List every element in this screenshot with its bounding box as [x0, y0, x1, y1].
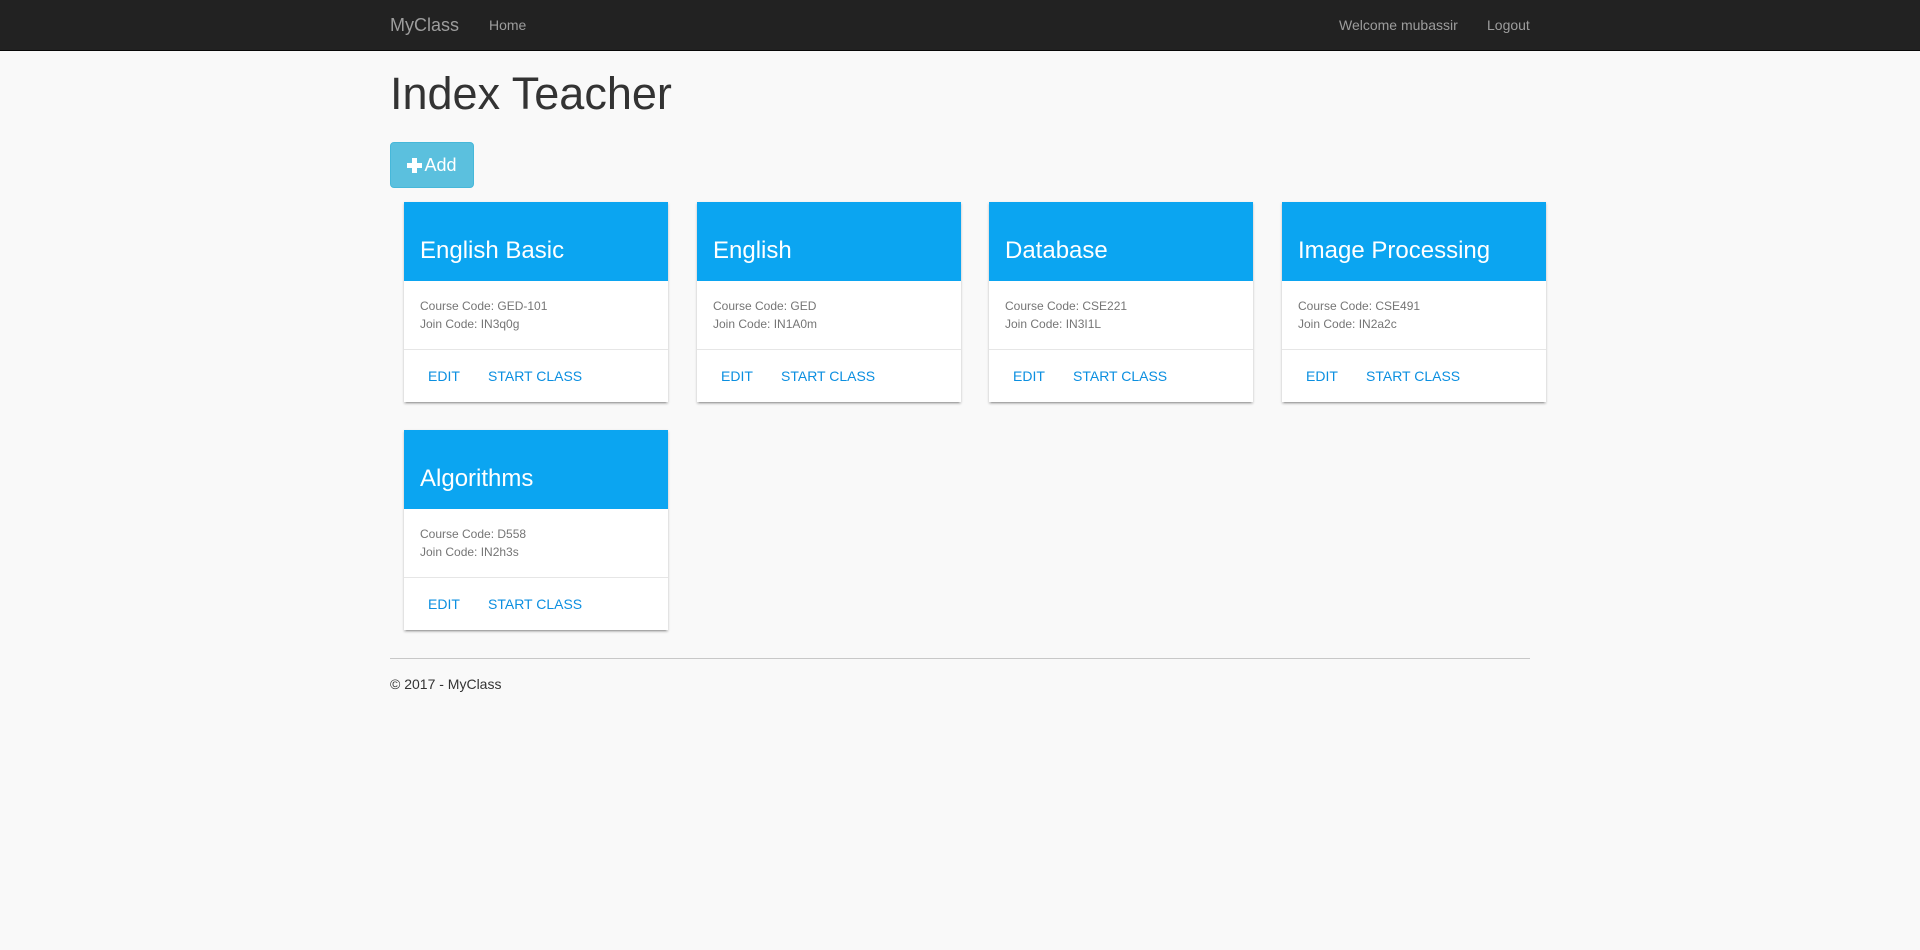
join-code-value: IN2h3s [480, 545, 519, 559]
course-code-value: CSE491 [1375, 299, 1421, 313]
brand-link[interactable]: MyClass [390, 0, 459, 51]
join-code-value: IN1A0m [773, 317, 818, 331]
course-title: Algorithms [420, 465, 534, 492]
course-card-header: Image Processing [1282, 202, 1546, 281]
course-title: English Basic [420, 237, 565, 264]
course-card-body: Course Code: CSE221 Join Code: IN3I1L [989, 281, 1253, 350]
join-code-line: Join Code: IN3I1L [1005, 317, 1102, 331]
edit-course-link[interactable]: EDIT [721, 350, 753, 402]
welcome-user-link[interactable]: Welcome mubassir [1339, 0, 1458, 51]
course-card-header: English [697, 202, 961, 281]
course-title: Database [1005, 237, 1108, 264]
add-course-button[interactable]: Add [390, 142, 474, 188]
logout-link[interactable]: Logout [1487, 0, 1530, 51]
course-card-body: Course Code: D558 Join Code: IN2h3s [404, 509, 668, 578]
course-card-header: Algorithms [404, 430, 668, 509]
join-code-line: Join Code: IN3q0g [420, 317, 520, 331]
edit-course-link[interactable]: EDIT [1013, 350, 1045, 402]
join-code-line: Join Code: IN1A0m [713, 317, 818, 331]
join-code-line: Join Code: IN2a2c [1298, 317, 1397, 331]
top-navbar: MyClass Home Welcome mubassir Logout [0, 0, 1920, 51]
course-card: Database Course Code: CSE221 Join Code: … [989, 202, 1253, 402]
course-card: Image Processing Course Code: CSE491 Joi… [1282, 202, 1546, 402]
course-card: Algorithms Course Code: D558 Join Code: … [404, 430, 668, 630]
course-card: English Course Code: GED Join Code: IN1A… [697, 202, 961, 402]
course-card: English Basic Course Code: GED-101 Join … [404, 202, 668, 402]
join-code-line: Join Code: IN2h3s [420, 545, 519, 559]
start-class-link[interactable]: START CLASS [488, 350, 582, 402]
nav-home-link[interactable]: Home [489, 0, 526, 51]
course-code-line: Course Code: CSE221 [1005, 299, 1128, 313]
footer-divider [390, 658, 1530, 659]
course-card-actions: EDIT START CLASS [989, 350, 1253, 402]
course-code-line: Course Code: GED-101 [420, 299, 548, 313]
join-code-value: IN3I1L [1065, 317, 1102, 331]
course-card-body: Course Code: GED-101 Join Code: IN3q0g [404, 281, 668, 350]
edit-course-link[interactable]: EDIT [428, 350, 460, 402]
start-class-link[interactable]: START CLASS [1366, 350, 1460, 402]
course-card-header: English Basic [404, 202, 668, 281]
add-button-label: Add [424, 154, 457, 175]
join-code-value: IN2a2c [1358, 317, 1397, 331]
join-code-value: IN3q0g [480, 317, 520, 331]
course-code-line: Course Code: GED [713, 299, 817, 313]
start-class-link[interactable]: START CLASS [488, 578, 582, 630]
start-class-link[interactable]: START CLASS [781, 350, 875, 402]
course-card-actions: EDIT START CLASS [404, 350, 668, 402]
footer-copyright: © 2017 - MyClass [390, 676, 502, 692]
course-code-value: D558 [497, 527, 527, 541]
start-class-link[interactable]: START CLASS [1073, 350, 1167, 402]
edit-course-link[interactable]: EDIT [428, 578, 460, 630]
plus-icon [407, 157, 423, 173]
course-title: Image Processing [1298, 237, 1491, 264]
course-card-header: Database [989, 202, 1253, 281]
course-card-body: Course Code: CSE491 Join Code: IN2a2c [1282, 281, 1546, 350]
course-code-line: Course Code: CSE491 [1298, 299, 1421, 313]
course-code-line: Course Code: D558 [420, 527, 527, 541]
edit-course-link[interactable]: EDIT [1306, 350, 1338, 402]
page-title: Index Teacher [390, 68, 672, 119]
course-title: English [713, 237, 792, 264]
course-code-value: GED-101 [497, 299, 548, 313]
course-code-value: GED [790, 299, 817, 313]
course-card-actions: EDIT START CLASS [404, 578, 668, 630]
course-card-actions: EDIT START CLASS [1282, 350, 1546, 402]
course-code-value: CSE221 [1082, 299, 1128, 313]
course-card-body: Course Code: GED Join Code: IN1A0m [697, 281, 961, 350]
course-card-actions: EDIT START CLASS [697, 350, 961, 402]
